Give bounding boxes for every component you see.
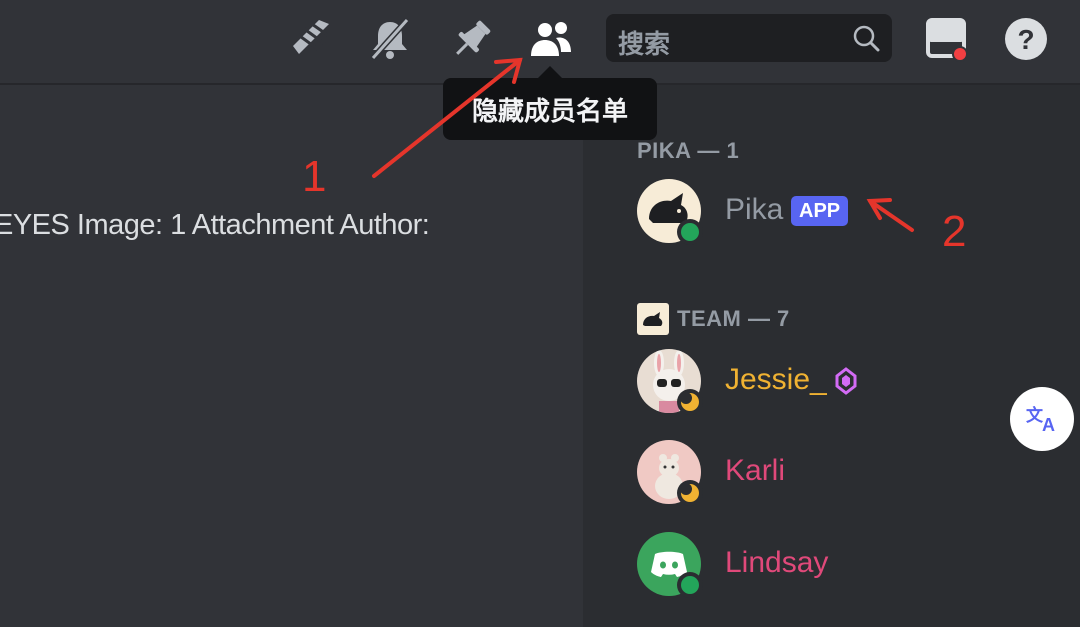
annotation-number-2: 2 [942, 207, 967, 256]
svg-text:A: A [1042, 415, 1055, 435]
translate-button[interactable]: 文 A [1010, 387, 1074, 451]
annotation-arrows [372, 57, 914, 232]
annotation-number-1: 1 [302, 152, 327, 201]
translate-icon: 文 A [1024, 399, 1060, 440]
